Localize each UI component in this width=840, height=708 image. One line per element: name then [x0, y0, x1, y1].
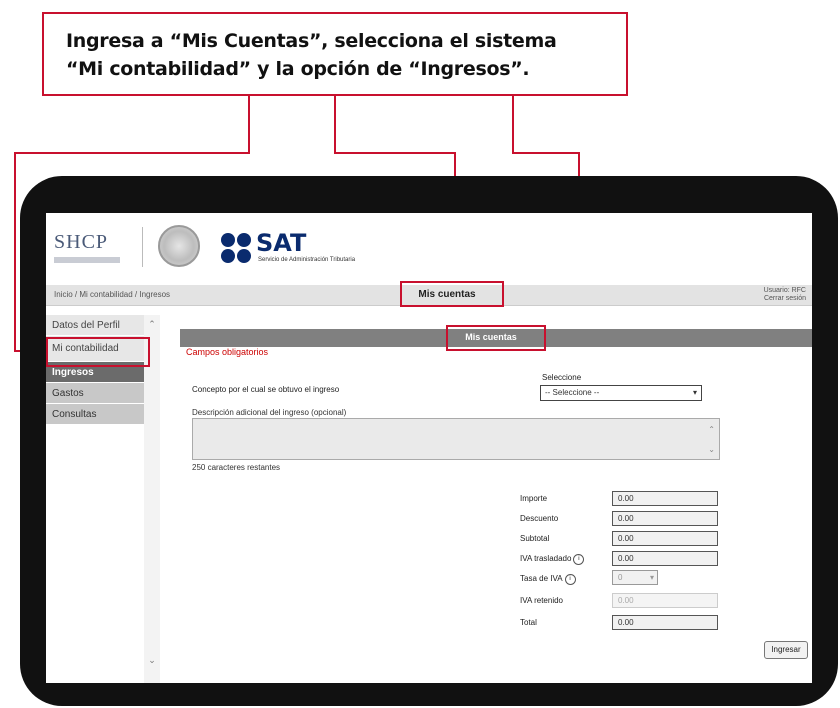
chevron-down-icon: ▾ [692, 388, 697, 397]
sat-logo-text: SAT [256, 229, 307, 257]
chevron-down-icon: ▾ [649, 573, 654, 582]
sat-logo-icon [221, 233, 253, 265]
info-icon[interactable]: i [573, 554, 585, 565]
importe-field[interactable]: 0.00 [612, 491, 718, 506]
tasa-iva-value: 0 [618, 573, 623, 582]
iva-retenido-label: IVA retenido [520, 596, 563, 605]
connector-line [248, 96, 250, 154]
tasa-iva-select[interactable]: 0 ▾ [612, 570, 658, 585]
iva-trasladado-field[interactable]: 0.00 [612, 551, 718, 566]
char-counter: 250 caracteres restantes [192, 463, 281, 472]
user-name: Usuario: RFC [763, 287, 806, 294]
highlight-mis-cuentas [400, 281, 504, 307]
importe-label: Importe [520, 494, 548, 503]
user-info: Usuario: RFC Cerrar sesión [764, 287, 806, 303]
sat-subtitle: Servicio de Administración Tributaria [258, 257, 356, 263]
sidebar-item-perfil[interactable]: Datos del Perfil [46, 315, 144, 336]
scroll-up-icon[interactable]: ⌃ [708, 425, 715, 434]
instruction-callout: Ingresa a “Mis Cuentas”, selecciona el s… [42, 12, 628, 96]
total-field[interactable]: 0.00 [612, 615, 718, 630]
sidebar: Datos del Perfil Mi contabilidad Ingreso… [46, 315, 144, 425]
iva-trasladado-text: IVA trasladado [520, 554, 572, 563]
connector-line [14, 152, 250, 154]
iva-trasladado-label: IVA trasladado i [520, 554, 600, 565]
connector-line [334, 152, 456, 154]
iva-retenido-field[interactable]: 0.00 [612, 593, 718, 608]
scroll-up-icon[interactable]: ⌃ [147, 319, 157, 330]
connector-line [512, 152, 580, 154]
descuento-field[interactable]: 0.00 [612, 511, 718, 526]
sidebar-item-consultas[interactable]: Consultas [46, 404, 144, 425]
concept-select[interactable]: -- Seleccione -- ▾ [540, 385, 702, 401]
site-header: SHCP SAT Servicio de Administración Trib… [46, 213, 812, 285]
sidebar-scrollbar[interactable]: ⌃ ⌄ [144, 315, 160, 683]
subtotal-field[interactable]: 0.00 [612, 531, 718, 546]
logout-link[interactable]: Cerrar sesión [764, 295, 806, 303]
highlight-panel-title [446, 325, 546, 351]
shcp-logo: SHCP [54, 231, 109, 253]
connector-line [334, 96, 336, 154]
required-note: Campos obligatorios [186, 347, 269, 357]
concept-label: Concepto por el cual se obtuvo el ingres… [192, 385, 340, 394]
header-divider [142, 227, 143, 267]
connector-line [512, 96, 514, 154]
callout-line-2: “Mi contabilidad” y la opción de “Ingres… [66, 58, 530, 80]
info-icon[interactable]: i [564, 574, 576, 585]
concept-select-value: -- Seleccione -- [545, 388, 600, 397]
select-label: Seleccione [542, 373, 582, 382]
shcp-logo-subtitle [54, 257, 120, 263]
callout-line-1: Ingresa a “Mis Cuentas”, selecciona el s… [66, 30, 557, 52]
description-label: Descripción adicional del ingreso (opcio… [192, 408, 347, 417]
total-label: Total [520, 618, 537, 627]
description-textarea[interactable]: ⌃ ⌄ [192, 418, 720, 460]
scroll-down-icon[interactable]: ⌄ [708, 445, 715, 454]
descuento-label: Descuento [520, 514, 559, 523]
national-seal-icon [158, 225, 200, 267]
scroll-down-icon[interactable]: ⌄ [147, 655, 157, 666]
breadcrumb[interactable]: Inicio / Mi contabilidad / Ingresos [54, 290, 170, 299]
tasa-iva-label: Tasa de IVA i [520, 574, 600, 585]
tasa-iva-text: Tasa de IVA [520, 574, 563, 583]
connector-line [14, 152, 16, 352]
highlight-mi-contabilidad [46, 337, 150, 367]
ingresar-button[interactable]: Ingresar [764, 641, 808, 659]
subtotal-label: Subtotal [520, 534, 550, 543]
sidebar-item-gastos[interactable]: Gastos [46, 383, 144, 404]
